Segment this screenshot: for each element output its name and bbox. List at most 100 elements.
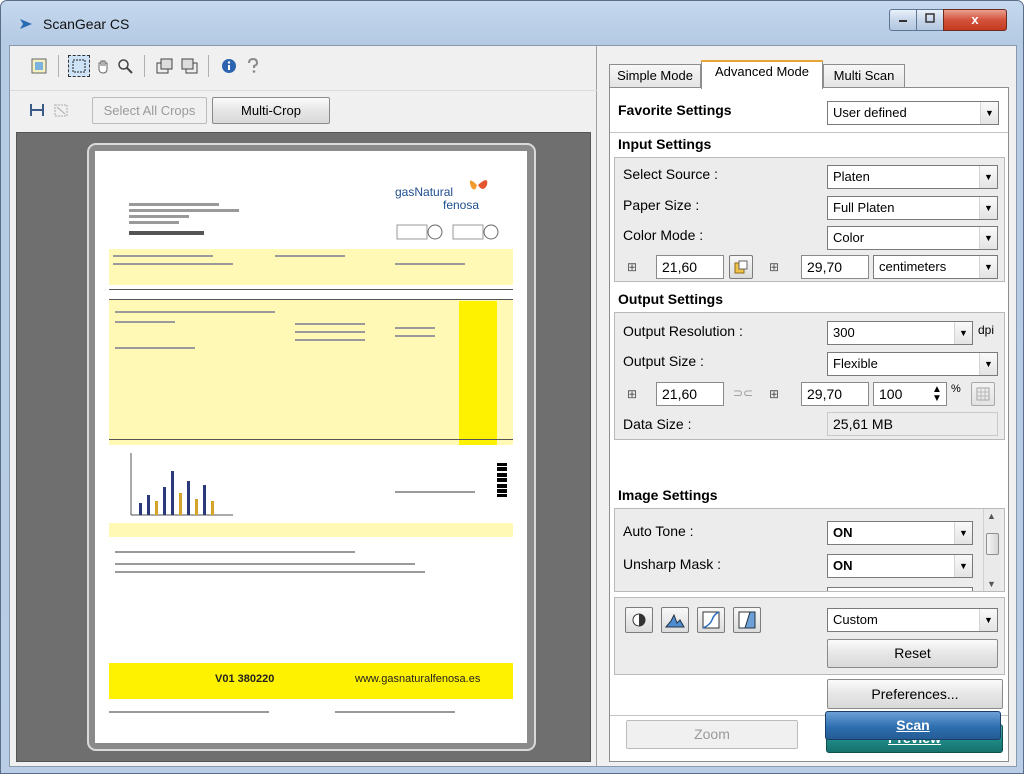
aspect-ratio-button[interactable] xyxy=(729,255,753,279)
next-setting-select[interactable] xyxy=(827,587,973,591)
move-tool-button[interactable] xyxy=(92,55,114,77)
reset-button[interactable]: Reset xyxy=(827,639,998,668)
scroll-up-icon[interactable]: ▲ xyxy=(987,511,996,521)
units-value: centimeters xyxy=(879,259,947,274)
image-settings-group: Auto Tone : ON ▼ Unsharp Mask : ON ▼ ▲ ▼ xyxy=(614,508,1005,592)
preview-panel: Select All Crops Multi-Crop gasNatural f… xyxy=(10,46,597,766)
chevron-down-icon: ▼ xyxy=(954,322,972,344)
minimize-button[interactable] xyxy=(889,9,917,31)
data-size-value: 25,61 MB xyxy=(827,412,998,436)
scangear-window: ScanGear CS x Select All Crops Multi-Cro… xyxy=(0,0,1024,774)
output-size-select[interactable]: Flexible ▼ xyxy=(827,352,998,376)
chevron-down-icon: ▼ xyxy=(979,166,997,188)
logo-text-line1: gasNatural xyxy=(395,185,454,199)
brightness-contrast-button[interactable] xyxy=(625,607,653,633)
multi-crop-button[interactable]: Multi-Crop xyxy=(212,97,330,124)
unsharp-mask-select[interactable]: ON ▼ xyxy=(827,554,973,578)
output-resolution-label: Output Resolution : xyxy=(623,323,743,339)
custom-size-button[interactable] xyxy=(971,382,995,406)
paper-size-label: Paper Size : xyxy=(623,197,700,213)
favorite-settings-value: User defined xyxy=(833,105,907,120)
hand-icon xyxy=(98,60,108,74)
rotate-right-button[interactable] xyxy=(178,55,200,77)
tab-multi-scan[interactable]: Multi Scan xyxy=(823,64,905,88)
tone-curve-button[interactable] xyxy=(697,607,725,633)
output-height-field[interactable]: 29,70 xyxy=(801,382,869,406)
butterfly-icon xyxy=(469,180,488,190)
histogram-button[interactable] xyxy=(661,607,689,633)
scrollbar-thumb[interactable] xyxy=(986,533,999,555)
input-height-field[interactable]: 29,70 xyxy=(801,255,869,279)
color-mode-select[interactable]: Color ▼ xyxy=(827,226,998,250)
paper-size-select[interactable]: Full Platen ▼ xyxy=(827,196,998,220)
scale-spinner-icon[interactable]: ▲ ▼ xyxy=(930,385,944,404)
logo-text-line2: fenosa xyxy=(443,198,480,212)
select-all-crops-button[interactable]: Select All Crops xyxy=(92,97,207,124)
settings-panel: Simple Mode Advanced Mode Multi Scan Fav… xyxy=(599,46,1016,766)
divider xyxy=(610,132,1008,133)
tab-simple-mode[interactable]: Simple Mode xyxy=(609,64,701,88)
chevron-down-icon: ▼ xyxy=(979,197,997,219)
chevron-down-icon: ▼ xyxy=(954,522,972,544)
thumbnail-toggle-button[interactable] xyxy=(28,55,50,77)
preview-area[interactable]: gasNatural fenosa V01 380220 www.gasnatu… xyxy=(16,132,591,762)
favorite-settings-select[interactable]: User defined ▼ xyxy=(827,101,999,125)
scale-field[interactable]: 100 ▲ ▼ xyxy=(873,382,947,406)
auto-tone-select[interactable]: ON ▼ xyxy=(827,521,973,545)
rotate-left-button[interactable] xyxy=(154,55,176,77)
crop-toolbar: Select All Crops Multi-Crop xyxy=(10,90,597,130)
zoom-button[interactable]: Zoom xyxy=(626,720,798,749)
zoom-tool-button[interactable] xyxy=(114,55,136,77)
document-footer-code: V01 380220 xyxy=(215,673,275,685)
image-settings-scrollbar[interactable]: ▲ ▼ xyxy=(983,509,1000,591)
chevron-down-icon: ▼ xyxy=(979,609,997,631)
scroll-down-icon[interactable]: ▼ xyxy=(987,579,996,589)
auto-tone-value: ON xyxy=(833,525,853,540)
color-mode-label: Color Mode : xyxy=(623,227,704,243)
document-footer-url: www.gasnaturalfenosa.es xyxy=(355,673,481,685)
output-width-field[interactable]: 21,60 xyxy=(656,382,724,406)
window-title: ScanGear CS xyxy=(43,16,130,32)
rotate-left-icon xyxy=(156,58,173,74)
dpi-unit: dpi xyxy=(978,323,995,337)
document-logo: gasNatural fenosa xyxy=(395,173,505,213)
help-button[interactable] xyxy=(242,55,264,77)
color-mode-value: Color xyxy=(833,230,865,245)
data-size-label: Data Size : xyxy=(623,416,692,432)
output-settings-title: Output Settings xyxy=(618,291,723,307)
thumbnail-icon xyxy=(31,58,47,74)
width-icon: ⊞ xyxy=(627,260,638,274)
output-resolution-value: 300 xyxy=(833,325,855,340)
input-settings-group: Select Source : Platen ▼ Paper Size : Fu… xyxy=(614,157,1005,282)
output-size-value: Flexible xyxy=(833,356,878,371)
maximize-button[interactable] xyxy=(916,9,944,31)
toolbar-separator xyxy=(58,55,59,77)
crop-tool-button[interactable] xyxy=(68,55,90,77)
preferences-button[interactable]: Preferences... xyxy=(827,679,1003,709)
output-resolution-select[interactable]: 300 ▼ xyxy=(827,321,973,345)
title-bar[interactable]: ScanGear CS x xyxy=(1,1,1023,45)
document-graphic xyxy=(396,224,499,240)
paper-size-value: Full Platen xyxy=(833,200,895,215)
remove-crop-button[interactable] xyxy=(50,99,72,121)
histogram-icon xyxy=(665,613,685,628)
tab-advanced-mode[interactable]: Advanced Mode xyxy=(701,60,823,89)
mode-tabs: Simple Mode Advanced Mode Multi Scan xyxy=(599,58,1016,89)
toolbar-separator xyxy=(208,55,209,77)
chevron-down-icon: ▼ xyxy=(979,256,997,278)
final-review-button[interactable] xyxy=(733,607,761,633)
rotate-right-icon xyxy=(181,58,198,74)
input-width-field[interactable]: 21,60 xyxy=(656,255,724,279)
scale-value: 100 xyxy=(879,386,903,402)
auto-crop-icon xyxy=(30,104,44,116)
auto-crop-button[interactable] xyxy=(26,99,48,121)
height-icon: ⊞ xyxy=(769,260,780,274)
color-adjust-preset-select[interactable]: Custom ▼ xyxy=(827,608,998,632)
close-button[interactable]: x xyxy=(943,9,1007,31)
adjustment-group: Custom ▼ Reset xyxy=(614,597,1005,675)
close-icon: x xyxy=(971,12,979,27)
scan-button[interactable]: Scan xyxy=(825,711,1001,740)
information-button[interactable] xyxy=(218,55,240,77)
select-source-select[interactable]: Platen ▼ xyxy=(827,165,998,189)
units-select[interactable]: centimeters ▼ xyxy=(873,255,998,279)
